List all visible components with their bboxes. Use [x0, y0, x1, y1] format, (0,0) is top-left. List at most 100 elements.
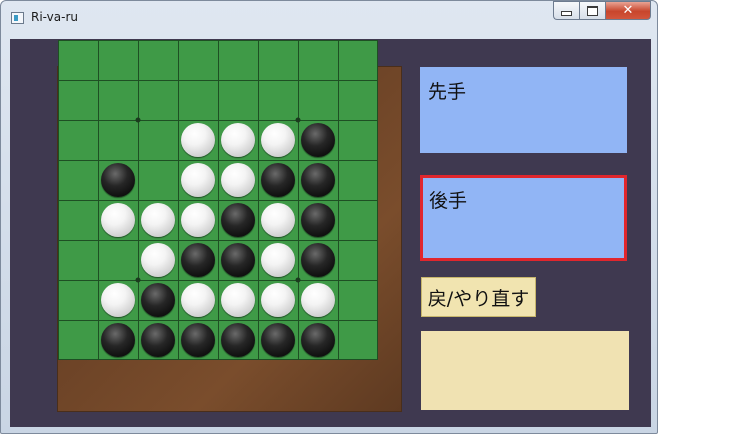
- board-cell[interactable]: [138, 320, 178, 360]
- board-cell[interactable]: [258, 40, 298, 80]
- black-stone: [301, 163, 335, 197]
- board-cell[interactable]: [218, 320, 258, 360]
- app-icon: [11, 12, 24, 24]
- black-stone: [221, 243, 255, 277]
- white-stone: [181, 163, 215, 197]
- board-cell[interactable]: [258, 200, 298, 240]
- othello-board[interactable]: [58, 40, 378, 360]
- minimize-button[interactable]: [553, 1, 579, 20]
- board-cell[interactable]: [178, 280, 218, 320]
- board-cell[interactable]: [218, 280, 258, 320]
- white-stone: [181, 283, 215, 317]
- board-cell[interactable]: [58, 240, 98, 280]
- board-cell[interactable]: [98, 80, 138, 120]
- board-cell[interactable]: [178, 120, 218, 160]
- board-cell[interactable]: [58, 160, 98, 200]
- board-cell[interactable]: [58, 200, 98, 240]
- board-cell[interactable]: [338, 240, 378, 280]
- board-cell[interactable]: [258, 320, 298, 360]
- board-cell[interactable]: [138, 120, 178, 160]
- undo-redo-button[interactable]: 戻/やり直す: [421, 277, 536, 317]
- second-player-label: 後手: [429, 190, 468, 212]
- board-cell[interactable]: [338, 160, 378, 200]
- board-cell[interactable]: [178, 40, 218, 80]
- white-stone: [181, 123, 215, 157]
- white-stone: [261, 243, 295, 277]
- board-cell[interactable]: [338, 320, 378, 360]
- board-cell[interactable]: [98, 280, 138, 320]
- board-cell[interactable]: [218, 80, 258, 120]
- board-cell[interactable]: [258, 240, 298, 280]
- message-box: [421, 331, 629, 410]
- board-cell[interactable]: [98, 160, 138, 200]
- board-cell[interactable]: [218, 120, 258, 160]
- board-cell[interactable]: [218, 240, 258, 280]
- board-cell[interactable]: [298, 40, 338, 80]
- board-cell[interactable]: [298, 200, 338, 240]
- board-cell[interactable]: [58, 120, 98, 160]
- board-cell[interactable]: [178, 320, 218, 360]
- black-stone: [181, 323, 215, 357]
- white-stone: [141, 243, 175, 277]
- white-stone: [101, 203, 135, 237]
- board-cell[interactable]: [298, 280, 338, 320]
- title-bar[interactable]: Ri-va-ru ✕: [1, 1, 657, 35]
- board-cell[interactable]: [178, 200, 218, 240]
- board-cell[interactable]: [218, 40, 258, 80]
- board-cell[interactable]: [258, 160, 298, 200]
- board-cell[interactable]: [138, 240, 178, 280]
- black-stone: [301, 243, 335, 277]
- white-stone: [221, 123, 255, 157]
- board-cell[interactable]: [138, 160, 178, 200]
- black-stone: [181, 243, 215, 277]
- board-cell[interactable]: [178, 240, 218, 280]
- board-cell[interactable]: [298, 160, 338, 200]
- black-stone: [101, 163, 135, 197]
- board-cell[interactable]: [98, 320, 138, 360]
- black-stone: [261, 323, 295, 357]
- board-cell[interactable]: [58, 320, 98, 360]
- white-stone: [221, 163, 255, 197]
- maximize-icon: [587, 5, 598, 16]
- board-cell[interactable]: [338, 80, 378, 120]
- board-cell[interactable]: [98, 200, 138, 240]
- board-cell[interactable]: [338, 40, 378, 80]
- board-cell[interactable]: [298, 80, 338, 120]
- board-cell[interactable]: [338, 200, 378, 240]
- board-cell[interactable]: [178, 80, 218, 120]
- board-cell[interactable]: [258, 80, 298, 120]
- black-stone: [301, 203, 335, 237]
- black-stone: [261, 163, 295, 197]
- board-cell[interactable]: [258, 120, 298, 160]
- board-cell[interactable]: [58, 40, 98, 80]
- maximize-button[interactable]: [579, 1, 605, 20]
- caption-buttons: ✕: [553, 1, 651, 21]
- board-cell[interactable]: [218, 200, 258, 240]
- board-cell[interactable]: [98, 240, 138, 280]
- board-cell[interactable]: [138, 80, 178, 120]
- board-cell[interactable]: [298, 320, 338, 360]
- white-stone: [141, 203, 175, 237]
- board-cell[interactable]: [138, 280, 178, 320]
- white-stone: [261, 123, 295, 157]
- close-button[interactable]: ✕: [605, 1, 651, 20]
- board-cell[interactable]: [58, 280, 98, 320]
- board-cell[interactable]: [298, 120, 338, 160]
- board-cell[interactable]: [178, 160, 218, 200]
- board-cell[interactable]: [298, 240, 338, 280]
- board-cell[interactable]: [338, 120, 378, 160]
- second-player-panel: 後手: [420, 175, 627, 261]
- black-stone: [301, 323, 335, 357]
- board-cell[interactable]: [58, 80, 98, 120]
- black-stone: [221, 203, 255, 237]
- board-cell[interactable]: [98, 40, 138, 80]
- board-cell[interactable]: [138, 200, 178, 240]
- board-cell[interactable]: [338, 280, 378, 320]
- first-player-panel: 先手: [420, 67, 627, 153]
- board-cell[interactable]: [98, 120, 138, 160]
- board-cell[interactable]: [218, 160, 258, 200]
- window-title: Ri-va-ru: [31, 10, 79, 24]
- white-stone: [101, 283, 135, 317]
- board-cell[interactable]: [138, 40, 178, 80]
- board-cell[interactable]: [258, 280, 298, 320]
